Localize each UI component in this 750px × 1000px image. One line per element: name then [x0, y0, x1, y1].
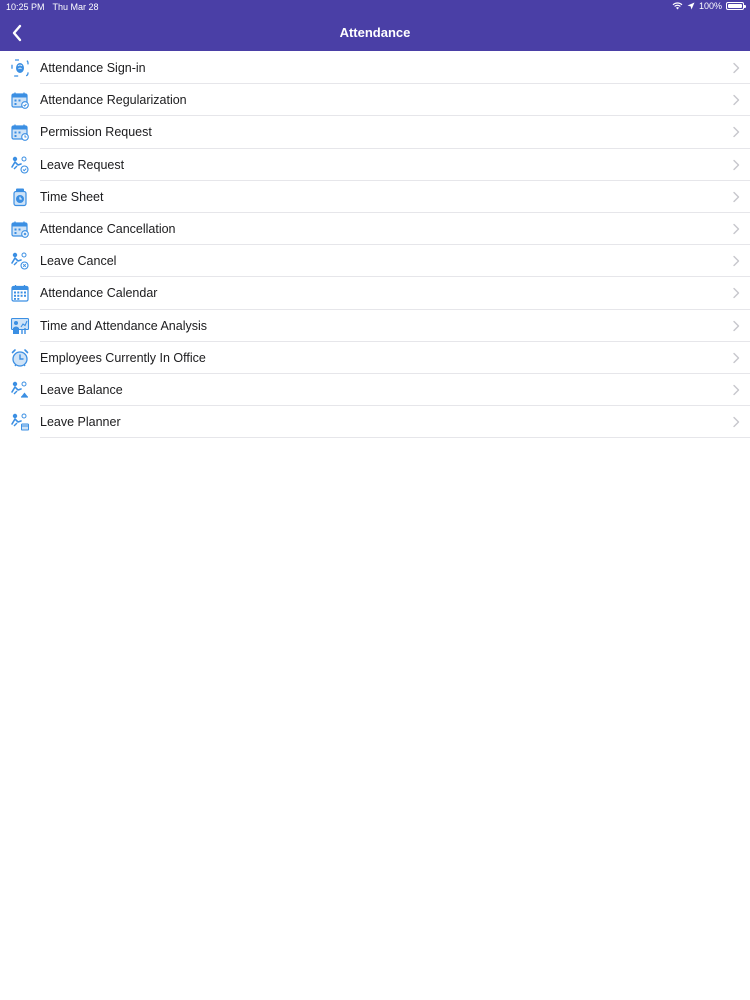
page-title: Attendance	[339, 25, 411, 40]
menu-item-time-and-attendance-analysis[interactable]: Time and Attendance Analysis	[0, 310, 750, 342]
status-time: 10:25 PM	[6, 2, 45, 12]
menu-item-label: Attendance Sign-in	[40, 61, 146, 75]
menu-item-label: Time Sheet	[40, 189, 104, 204]
battery-icon	[726, 2, 746, 10]
leave-planner-icon	[11, 413, 29, 431]
leave-request-icon	[11, 156, 29, 174]
chevron-right-icon	[733, 94, 740, 106]
chevron-right-icon	[733, 62, 740, 74]
menu-item-leave-planner[interactable]: Leave Planner	[0, 406, 750, 439]
chevron-right-icon	[733, 255, 740, 267]
calendar-icon	[11, 285, 29, 302]
chevron-right-icon	[733, 320, 740, 331]
status-date: Thu Mar 28	[52, 2, 99, 12]
menu-item-leave-request[interactable]: Leave Request	[0, 149, 750, 181]
menu-item-label: Leave Cancel	[40, 254, 117, 269]
menu-item-label: Employees Currently In Office	[40, 350, 206, 365]
location-arrow-icon	[687, 2, 695, 10]
menu-item-time-sheet[interactable]: Time Sheet	[0, 181, 750, 214]
menu-item-label: Leave Balance	[40, 382, 123, 397]
battery-fill	[728, 4, 742, 8]
calendar-clock-icon	[11, 124, 29, 142]
menu-item-leave-cancel[interactable]: Leave Cancel	[0, 245, 750, 278]
menu-item-label: Attendance Regularization	[40, 93, 187, 108]
alarm-clock-icon	[11, 348, 29, 367]
calendar-cancel-icon	[11, 221, 29, 238]
menu-item-attendance-cancellation[interactable]: Attendance Cancellation	[0, 213, 750, 246]
menu-item-label: Attendance Calendar	[40, 286, 158, 301]
menu-item-leave-balance[interactable]: Leave Balance	[0, 374, 750, 407]
menu-list: Attendance Sign-in Attendance Regularizat…	[0, 52, 750, 439]
menu-item-label: Time and Attendance Analysis	[40, 318, 207, 333]
menu-item-attendance-calendar[interactable]: Attendance Calendar	[0, 277, 750, 310]
timesheet-icon	[13, 188, 27, 206]
header: 10:25 PM Thu Mar 28 100% Attendance	[0, 0, 750, 51]
calendar-edit-icon	[11, 92, 29, 110]
menu-item-employees-currently-in-office[interactable]: Employees Currently In Office	[0, 342, 750, 375]
chevron-right-icon	[733, 191, 740, 202]
leave-cancel-icon	[11, 252, 29, 270]
menu-item-label: Attendance Cancellation	[40, 221, 176, 236]
chevron-right-icon	[733, 288, 740, 299]
chevron-right-icon	[733, 159, 740, 170]
chevron-right-icon	[733, 127, 740, 138]
menu-item-permission-request[interactable]: Permission Request	[0, 116, 750, 149]
chevron-right-icon	[733, 352, 740, 363]
menu-item-attendance-sign-in[interactable]: Attendance Sign-in	[0, 52, 750, 85]
menu-item-attendance-regularization[interactable]: Attendance Regularization	[0, 84, 750, 117]
chevron-right-icon	[733, 416, 740, 428]
menu-item-label: Leave Planner	[40, 415, 121, 430]
status-bar: 10:25 PM Thu Mar 28 100%	[0, 0, 750, 14]
wifi-icon	[672, 2, 683, 10]
menu-item-label: Permission Request	[40, 125, 152, 140]
menu-item-label: Leave Request	[40, 157, 125, 172]
fingerprint-icon	[11, 59, 29, 77]
analysis-icon	[10, 317, 30, 334]
nav-bar: Attendance	[0, 14, 750, 51]
leave-balance-icon	[11, 381, 28, 398]
chevron-right-icon	[733, 384, 740, 396]
battery-percent: 100%	[698, 1, 722, 11]
chevron-right-icon	[733, 223, 740, 235]
